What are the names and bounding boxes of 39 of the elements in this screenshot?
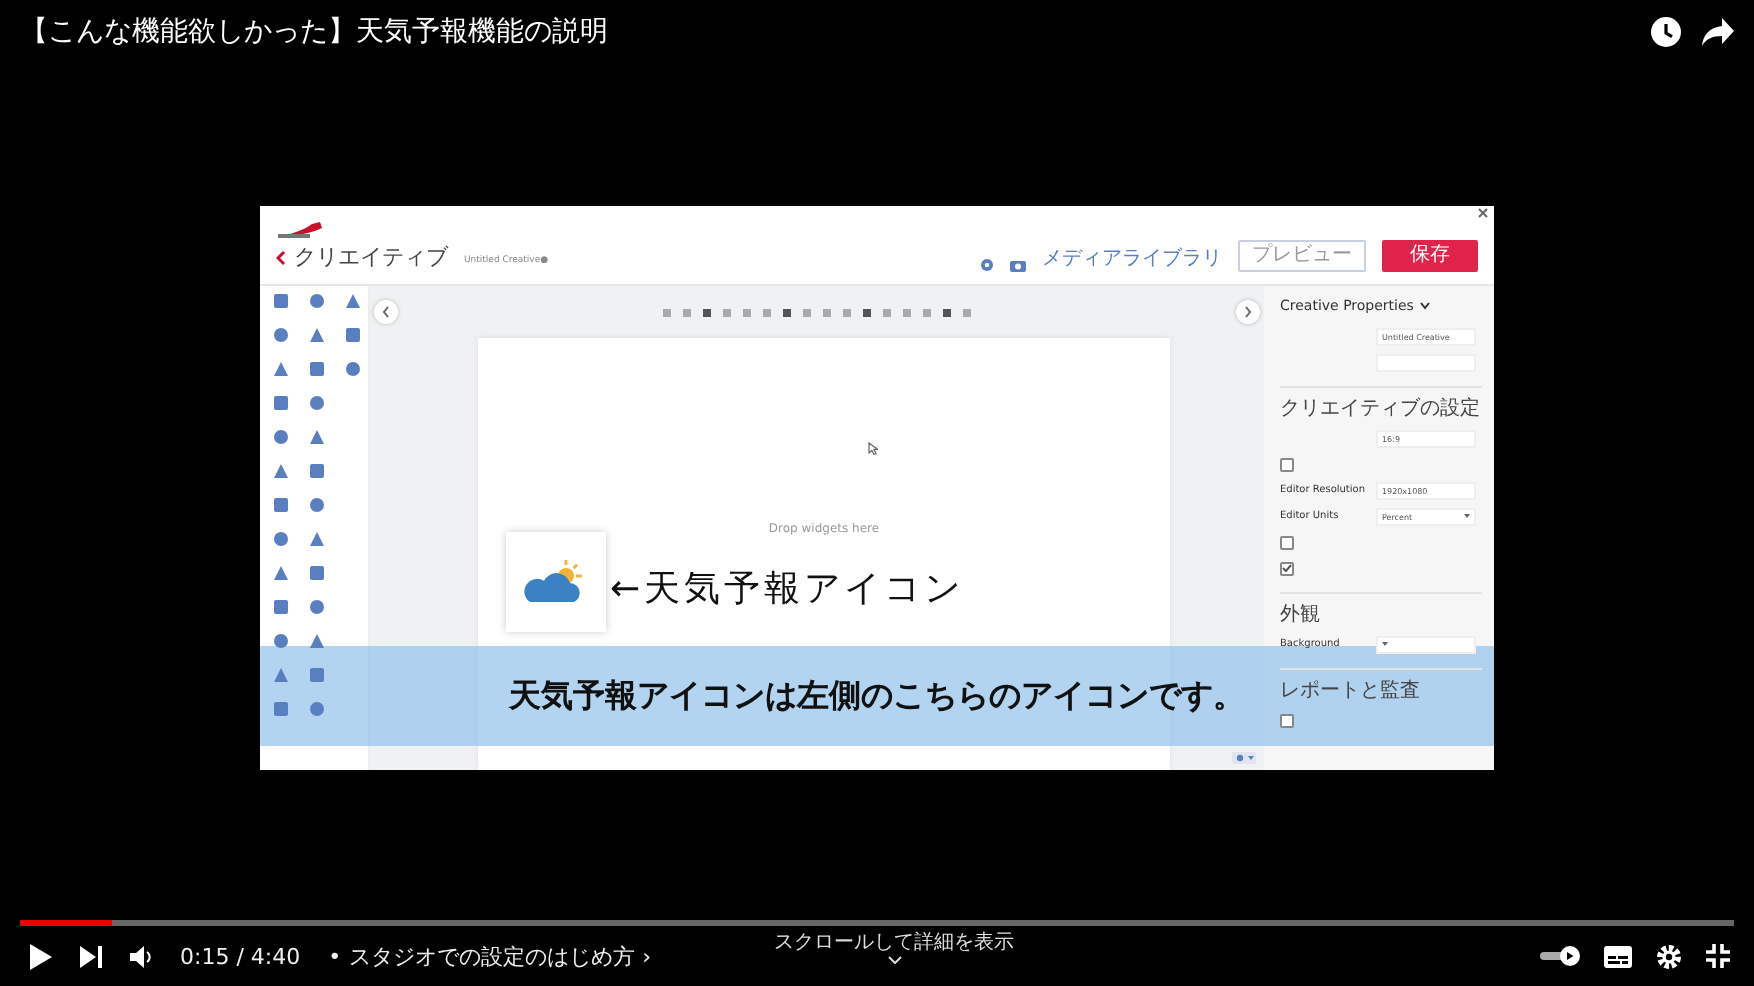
video-title: 【こんな機能欲しかった】天気予報機能の説明 bbox=[20, 13, 610, 50]
close-icon[interactable] bbox=[1478, 208, 1488, 218]
section-heading: 外観 bbox=[1280, 592, 1482, 628]
cursor-icon bbox=[868, 442, 878, 456]
chapter-link[interactable]: スタジオでの設定のはじめ方 › bbox=[349, 941, 652, 972]
caption-text: ←天気予報アイコン bbox=[610, 566, 965, 612]
save-button[interactable]: 保存 bbox=[1382, 240, 1478, 272]
chevron-left-icon[interactable] bbox=[276, 249, 286, 265]
separator-dot: • bbox=[328, 943, 342, 970]
checkbox[interactable] bbox=[1280, 561, 1294, 575]
settings-icon[interactable] bbox=[1656, 943, 1682, 970]
exit-fullscreen-icon[interactable] bbox=[1706, 944, 1730, 969]
chevron-right-icon bbox=[1244, 306, 1252, 318]
time-display: 0:15 / 4:40 bbox=[180, 943, 301, 970]
section-heading: クリエイティブの設定 bbox=[1280, 386, 1482, 422]
subtitles-icon[interactable] bbox=[1604, 945, 1632, 968]
checkbox[interactable] bbox=[1280, 535, 1294, 549]
chevron-down-icon[interactable] bbox=[887, 956, 901, 965]
page-title: クリエイティブ bbox=[294, 242, 448, 272]
gear-icon[interactable] bbox=[980, 258, 994, 272]
zoom-control-icon[interactable] bbox=[1232, 752, 1256, 764]
autoplay-toggle[interactable] bbox=[1540, 946, 1580, 967]
play-icon[interactable] bbox=[28, 943, 52, 970]
collapse-button[interactable] bbox=[374, 300, 398, 324]
clock-icon[interactable] bbox=[1650, 15, 1682, 48]
scroll-hint: スクロールして詳細を表示 bbox=[774, 929, 1014, 957]
caret-icon[interactable] bbox=[1419, 302, 1430, 310]
expand-button[interactable] bbox=[1236, 300, 1260, 324]
checkbox[interactable] bbox=[1280, 457, 1294, 471]
progress-bar[interactable] bbox=[20, 920, 1734, 927]
skip-next-icon[interactable] bbox=[80, 945, 102, 968]
caret-icon bbox=[1464, 514, 1470, 518]
media-library-link[interactable]: メディアライブラリ bbox=[1042, 248, 1222, 272]
camera-icon[interactable] bbox=[1010, 258, 1026, 272]
subtitle-text: 天気予報アイコンは左側のこちらのアイコンです。 bbox=[509, 675, 1245, 717]
share-icon[interactable] bbox=[1702, 17, 1734, 46]
volume-icon[interactable] bbox=[130, 945, 152, 968]
logo-icon bbox=[276, 220, 328, 238]
chevron-left-icon bbox=[382, 306, 390, 318]
